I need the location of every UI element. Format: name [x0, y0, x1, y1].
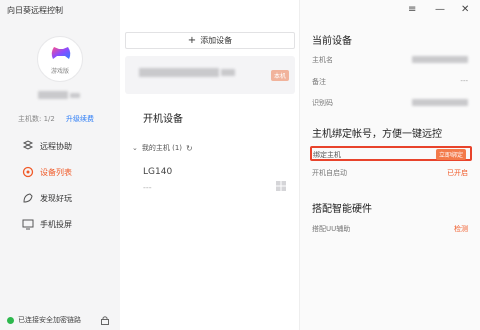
- remote-assist-icon: [22, 140, 34, 150]
- autostart-label: 开机自启动: [312, 169, 347, 177]
- nav-label: 远程协助: [40, 141, 72, 151]
- windows-icon: [276, 181, 286, 191]
- nav-item-discover[interactable]: 发现好玩: [22, 190, 72, 206]
- bind-title: 主机绑定帐号，方便一键远控: [312, 129, 442, 140]
- upgrade-link[interactable]: 升级续费: [66, 114, 94, 124]
- device-status: ---: [143, 183, 152, 192]
- close-icon[interactable]: ✕: [461, 4, 469, 15]
- gamepad-logo-icon: [51, 47, 71, 59]
- uu-detect-link[interactable]: 检测: [454, 224, 468, 234]
- nav-item-remote-assist[interactable]: 远程协助: [22, 138, 72, 154]
- online-devices-title: 开机设备: [143, 114, 183, 125]
- username-redacted-2: [70, 93, 80, 98]
- plus-icon: +: [187, 35, 197, 46]
- remark-value[interactable]: ---: [460, 77, 468, 85]
- autostart-value[interactable]: 已开启: [447, 168, 468, 178]
- local-device-card[interactable]: 本机: [125, 56, 295, 94]
- discover-icon: [23, 193, 33, 203]
- device-group[interactable]: ⌄ 我的主机 (1) ↻: [132, 143, 193, 153]
- minimize-icon[interactable]: —: [435, 4, 445, 15]
- host-count: 主机数: 1/2: [18, 115, 55, 123]
- nav-item-screen-mirror[interactable]: 手机投屏: [22, 216, 72, 232]
- group-label: 我的主机 (1): [141, 144, 183, 152]
- device-list-icon: [22, 166, 34, 178]
- host-name-label: 主机名: [312, 56, 333, 64]
- app-title: 向日葵远程控制: [7, 6, 63, 15]
- device-code-redacted: [412, 99, 468, 106]
- bind-now-button[interactable]: 立即绑定: [435, 149, 466, 160]
- connection-status: 已连接安全加密链路: [7, 315, 81, 325]
- chevron-down-icon[interactable]: ⌄: [132, 144, 138, 152]
- local-tag: 本机: [270, 70, 289, 81]
- username-redacted: [38, 91, 68, 99]
- bind-host-label: 绑定主机: [313, 151, 341, 159]
- device-code-label: 识别码: [312, 99, 333, 107]
- avatar[interactable]: 游戏版: [37, 36, 83, 82]
- lock-icon[interactable]: [100, 315, 110, 325]
- status-dot: [7, 316, 14, 324]
- refresh-icon[interactable]: ↻: [186, 144, 193, 153]
- bind-host-row[interactable]: 绑定主机 立即绑定: [310, 146, 472, 161]
- nav-item-device-list[interactable]: 设备列表: [22, 164, 72, 180]
- nav-label: 设备列表: [40, 167, 72, 177]
- current-device-title: 当前设备: [312, 36, 352, 47]
- add-device-button[interactable]: + 添加设备: [125, 32, 295, 49]
- host-name-redacted: [412, 56, 468, 63]
- menu-icon[interactable]: ≡: [408, 4, 416, 15]
- uu-assist-label: 搭配UU辅助: [312, 225, 351, 233]
- device-list-panel: + 添加设备 本机 开机设备 ⌄ 我的主机 (1) ↻ LG140 ---: [120, 0, 300, 330]
- device-name[interactable]: LG140: [143, 167, 172, 177]
- hardware-title: 搭配智能硬件: [312, 204, 372, 215]
- remark-label: 备注: [312, 78, 326, 86]
- local-device-name-redacted-2: [221, 69, 235, 76]
- sidebar: 向日葵远程控制 游戏版 主机数: 1/2 升级续费 远程协助 设备列表 发现好玩…: [0, 0, 120, 330]
- edition-badge: 游戏版: [50, 68, 69, 75]
- add-device-label: 添加设备: [200, 36, 233, 45]
- nav-label: 手机投屏: [40, 219, 72, 229]
- screen-mirror-icon: [22, 219, 34, 230]
- nav-label: 发现好玩: [40, 193, 72, 203]
- status-text: 已连接安全加密链路: [18, 316, 81, 324]
- device-detail-panel: 当前设备 主机名 备注 --- 识别码 主机绑定帐号，方便一键远控 绑定主机 立…: [300, 0, 480, 330]
- local-device-name-redacted: [139, 68, 219, 77]
